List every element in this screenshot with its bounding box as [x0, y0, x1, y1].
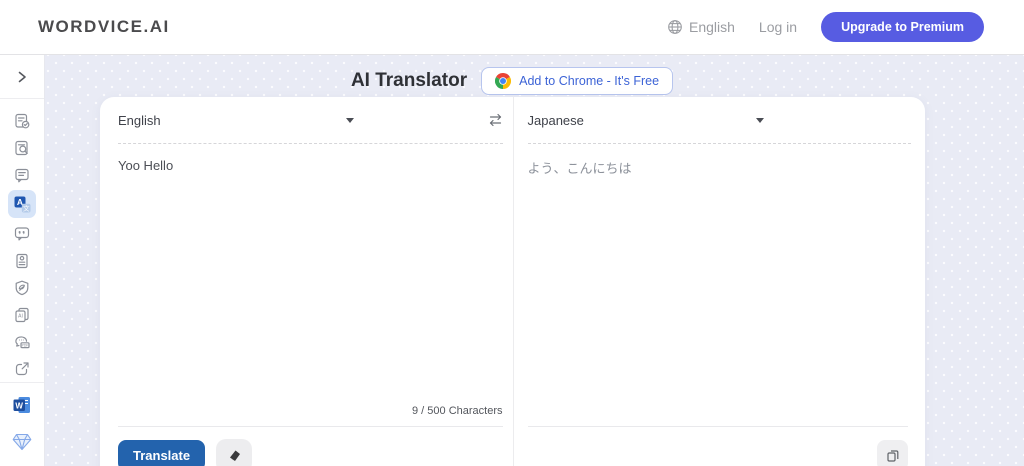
source-body: Yoo Hello 9 / 500 Characters: [100, 144, 513, 426]
sidebar-doc-search-icon[interactable]: [8, 134, 36, 161]
source-language-select[interactable]: English: [118, 113, 354, 128]
source-panel: English Yoo Hello 9 / 500 Characters Tra…: [100, 97, 513, 466]
translate-button[interactable]: Translate: [118, 440, 206, 466]
site-language-label: English: [688, 19, 735, 35]
char-counter: 9 / 500 Characters: [412, 405, 503, 417]
sidebar-word-icon[interactable]: W: [8, 393, 36, 417]
upgrade-premium-button[interactable]: Upgrade to Premium: [821, 12, 984, 42]
sidebar-external-link-icon[interactable]: [8, 355, 36, 382]
sidebar-note-lines-icon[interactable]: [8, 161, 36, 188]
source-language-label: English: [118, 112, 161, 128]
sidebar-shield-icon[interactable]: [8, 274, 36, 301]
sidebar-expand-button[interactable]: [0, 55, 44, 99]
target-body: よう、こんにちは: [514, 144, 926, 426]
target-footer: [527, 426, 908, 466]
tools-sidebar: A 文 AI PDF W: [0, 55, 45, 466]
wordvice-logo[interactable]: WORDVICE.AI: [38, 17, 170, 37]
swap-languages-button[interactable]: [488, 113, 503, 127]
chevron-right-icon: [14, 69, 30, 85]
sidebar-translator-icon[interactable]: A 文: [8, 190, 36, 218]
translation-output: よう、こんにちは: [527, 161, 632, 176]
sidebar-chat-pdf-icon[interactable]: PDF: [8, 328, 36, 355]
copy-button[interactable]: [877, 440, 908, 466]
target-language-label: Japanese: [527, 112, 584, 128]
chrome-icon: [495, 72, 512, 89]
target-panel: Japanese よう、こんにちは: [512, 97, 926, 466]
target-language-select[interactable]: Japanese: [528, 113, 764, 128]
sidebar-ai-docs-icon[interactable]: AI: [8, 301, 36, 328]
translator-card: English Yoo Hello 9 / 500 Characters Tra…: [100, 97, 925, 466]
sidebar-chat-quote-icon[interactable]: [8, 220, 36, 247]
source-panel-header: English: [100, 97, 513, 143]
sidebar-diamond-icon[interactable]: [8, 430, 36, 454]
login-link[interactable]: Log in: [759, 19, 797, 35]
header-actions: English Log in Upgrade to Premium: [667, 12, 984, 42]
sidebar-tools: A 文 AI PDF: [0, 99, 44, 382]
add-to-chrome-label: Add to Chrome - It's Free: [519, 73, 660, 88]
source-footer: Translate: [118, 426, 503, 466]
main-content: AI Translator Add to Chrome - It's Free: [0, 55, 1024, 466]
hero-row: AI Translator Add to Chrome - It's Free: [0, 55, 1024, 97]
globe-icon: [667, 19, 683, 35]
eraser-icon: [227, 448, 242, 463]
erase-button[interactable]: [216, 438, 253, 466]
page-title: AI Translator: [350, 69, 468, 91]
chevron-down-icon: [755, 117, 764, 123]
sidebar-bottom: W: [0, 382, 44, 466]
sidebar-doc-check-icon[interactable]: [8, 107, 36, 134]
add-to-chrome-button[interactable]: Add to Chrome - It's Free: [481, 66, 674, 95]
svg-text:文: 文: [22, 203, 29, 212]
source-text-input[interactable]: Yoo Hello: [100, 144, 513, 405]
copy-icon: [885, 448, 900, 463]
top-header: WORDVICE.AI English Log in Upgrade to Pr…: [0, 0, 1024, 55]
site-language-selector[interactable]: English: [667, 19, 735, 35]
svg-text:W: W: [15, 402, 23, 411]
svg-text:PDF: PDF: [22, 343, 29, 347]
chevron-down-icon: [346, 117, 354, 123]
swap-icon: [488, 113, 503, 127]
svg-text:AI: AI: [18, 313, 23, 319]
sidebar-certificate-icon[interactable]: [8, 247, 36, 274]
target-panel-header: Japanese: [514, 97, 926, 143]
